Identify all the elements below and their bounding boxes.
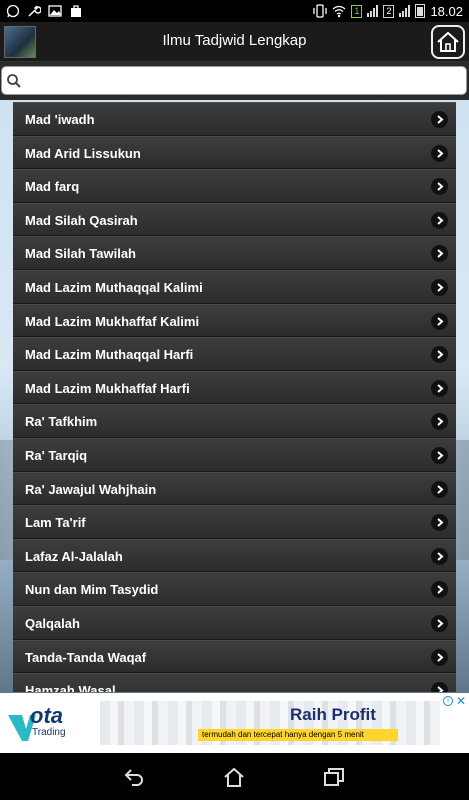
list-item-label: Hamzah Wasal: [25, 683, 116, 692]
list-item-label: Qalqalah: [25, 615, 80, 631]
chevron-right-icon: [431, 278, 448, 296]
list-item[interactable]: Ra' Jawajul Wahjhain: [13, 471, 456, 506]
chevron-right-icon: [431, 144, 448, 162]
list-item[interactable]: Mad farq: [13, 169, 456, 203]
ad-headline: Raih Profit: [290, 705, 376, 724]
chevron-right-icon: [431, 178, 448, 196]
list-item[interactable]: Nun dan Mim Tasydid: [13, 572, 456, 606]
clock: 18.02: [430, 3, 463, 19]
sim2-badge: 2: [383, 4, 395, 18]
list-item[interactable]: Mad Arid Lissukun: [13, 135, 456, 170]
list-item-label: Lafaz Al-Jalalah: [25, 548, 123, 564]
list-item-label: Ra' Jawajul Wahjhain: [25, 481, 157, 497]
image-icon: [48, 5, 62, 17]
list-item-label: Mad Arid Lissukun: [25, 145, 141, 161]
search-box: [1, 66, 467, 95]
list-item-label: Mad Lazim Mukhaffaf Kalimi: [25, 313, 200, 329]
ad-brand: ota: [30, 703, 63, 728]
sim1-badge: 1: [351, 4, 363, 18]
nav-bar: [0, 753, 469, 800]
battery-icon: [415, 4, 426, 18]
chevron-right-icon: [431, 413, 448, 431]
home-icon: [437, 31, 459, 52]
chevron-right-icon: [431, 480, 448, 498]
chevron-right-icon: [431, 211, 448, 229]
list-item[interactable]: Lafaz Al-Jalalah: [13, 538, 456, 573]
signal2-icon: [399, 5, 411, 17]
list-item-label: Tanda-Tanda Waqaf: [25, 649, 147, 665]
list-item[interactable]: Ra' Tafkhim: [13, 404, 456, 438]
wifi-icon: [333, 5, 346, 18]
chevron-right-icon: [431, 379, 448, 397]
wrench-icon: [28, 5, 41, 17]
list-item[interactable]: Hamzah Wasal: [13, 673, 456, 692]
status-bar: 1 2 18.02: [0, 0, 469, 22]
list-item-label: Mad Lazim Muthaqqal Kalimi: [25, 279, 203, 295]
list-item-label: Mad Silah Tawilah: [25, 246, 137, 262]
list-item[interactable]: Mad Silah Qasirah: [13, 202, 456, 237]
back-icon[interactable]: [123, 767, 145, 787]
app-header: Ilmu Tadjwid Lengkap: [0, 22, 469, 62]
list-item-label: Mad Silah Qasirah: [25, 212, 138, 228]
list-item-label: Mad farq: [25, 179, 80, 195]
chevron-right-icon: [431, 547, 448, 565]
search-bar: [0, 62, 469, 100]
home-nav-icon[interactable]: [223, 767, 245, 787]
chevron-right-icon: [431, 682, 448, 692]
chevron-right-icon: [431, 312, 448, 330]
search-input[interactable]: [26, 70, 462, 92]
whatsapp-icon: [6, 4, 20, 18]
chevron-right-icon: [431, 514, 448, 532]
vibrate-icon: [313, 4, 328, 18]
chevron-right-icon: [431, 581, 448, 599]
list-item-label: Lam Ta'rif: [25, 515, 86, 531]
list-item-label: Ra' Tafkhim: [25, 414, 98, 430]
chevron-right-icon: [431, 614, 448, 632]
chevron-right-icon: [431, 648, 448, 666]
chevron-right-icon: [431, 111, 448, 128]
signal1-icon: [367, 5, 379, 17]
list-item-label: Mad Lazim Mukhaffaf Harfi: [25, 380, 190, 396]
search-icon: [7, 74, 21, 88]
list-item[interactable]: Mad Lazim Mukhaffaf Harfi: [13, 370, 456, 405]
list-item-label: Mad Lazim Muthaqqal Harfi: [25, 347, 194, 363]
list-item[interactable]: Qalqalah: [13, 605, 456, 640]
home-button[interactable]: [431, 25, 465, 59]
list-item[interactable]: Tanda-Tanda Waqaf: [13, 639, 456, 674]
list-item[interactable]: Mad Lazim Muthaqqal Kalimi: [13, 269, 456, 304]
list-item-label: Mad 'iwadh: [25, 112, 95, 127]
screen: 1 2 18.02 Ilmu Tadjwid Lengkap Mad 'iwad…: [0, 0, 469, 800]
list-item-label: Nun dan Mim Tasydid: [25, 582, 159, 598]
page-title: Ilmu Tadjwid Lengkap: [162, 32, 307, 49]
list-item[interactable]: Mad Lazim Mukhaffaf Kalimi: [13, 303, 456, 338]
chevron-right-icon: [431, 446, 448, 464]
ad-banner[interactable]: ota Trading Raih Profit termudah dan ter…: [0, 693, 469, 753]
list-item[interactable]: Ra' Tarqiq: [13, 437, 456, 472]
chevron-right-icon: [431, 346, 448, 364]
bag-icon: [71, 5, 81, 17]
list-item-label: Ra' Tarqiq: [25, 447, 88, 463]
ad-brand-sub: Trading: [32, 727, 66, 738]
list-item[interactable]: Mad 'iwadh: [13, 102, 456, 136]
ad-close-icon[interactable]: ✕: [456, 694, 466, 708]
list-item[interactable]: Lam Ta'rif: [13, 505, 456, 539]
recents-icon[interactable]: [323, 767, 345, 787]
ad-info-icon[interactable]: i: [443, 696, 453, 706]
list-item[interactable]: Mad Lazim Muthaqqal Harfi: [13, 337, 456, 371]
chevron-right-icon: [431, 245, 448, 263]
list-item[interactable]: Mad Silah Tawilah: [13, 236, 456, 270]
ad-strip: termudah dan tercepat hanya dengan 5 men…: [198, 729, 398, 741]
topic-list: Mad 'iwadh Mad Arid Lissukun Mad farq Mad S…: [13, 102, 456, 692]
